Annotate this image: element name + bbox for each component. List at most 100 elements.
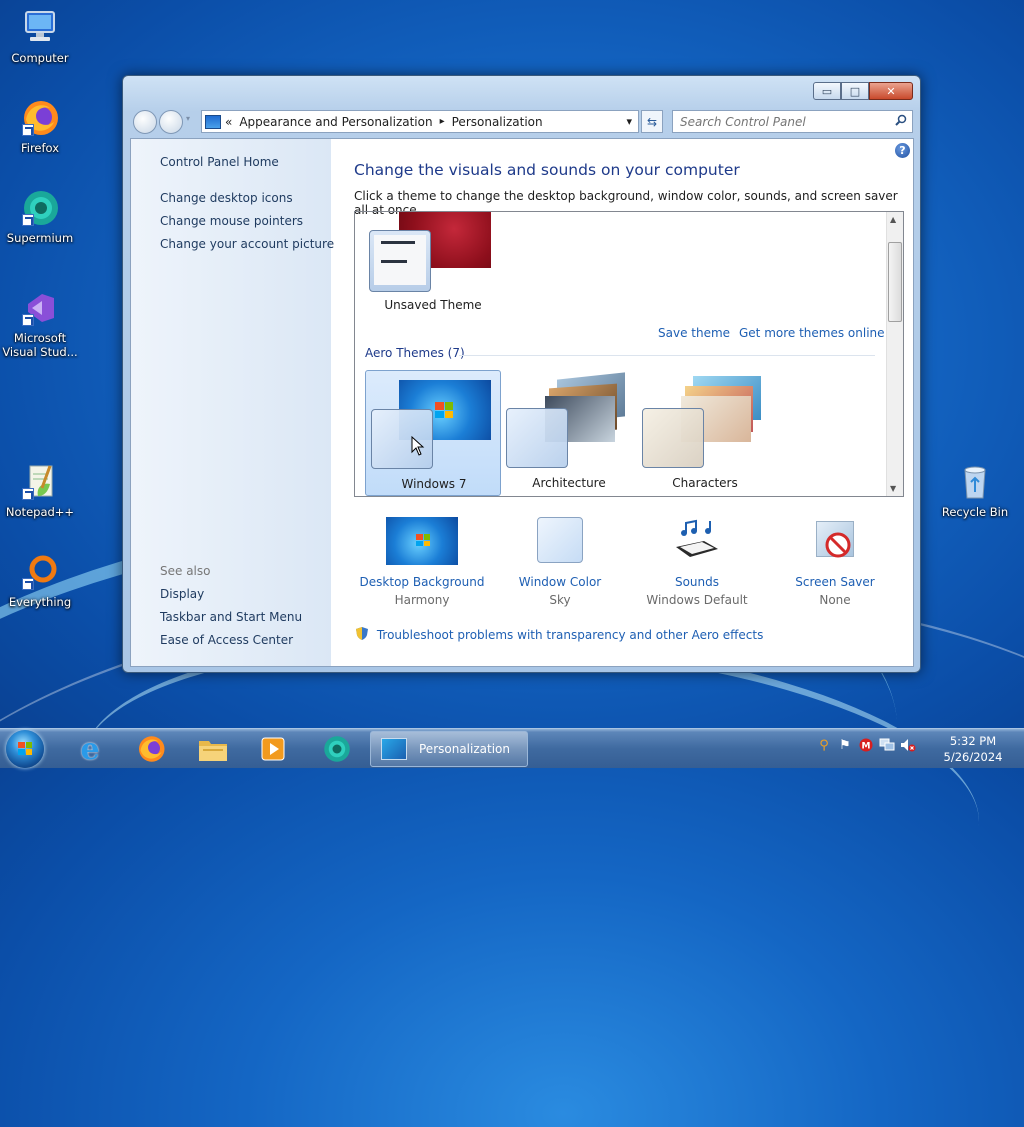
- address-dropdown-icon[interactable]: ▾: [626, 115, 632, 128]
- troubleshoot-link-row[interactable]: Troubleshoot problems with transparency …: [356, 626, 764, 644]
- breadcrumb-personalization[interactable]: Personalization: [452, 115, 543, 129]
- taskbar-firefox[interactable]: [131, 733, 171, 765]
- address-bar[interactable]: « Appearance and Personalization ▸ Perso…: [201, 110, 639, 133]
- screen-saver-value: None: [819, 593, 851, 607]
- theme-tile-characters[interactable]: Characters: [637, 370, 773, 496]
- minimize-button[interactable]: ▭: [813, 82, 841, 100]
- breadcrumb-appearance[interactable]: Appearance and Personalization: [239, 115, 432, 129]
- desktop-icon-computer[interactable]: Computer: [0, 8, 80, 65]
- volume-muted-icon[interactable]: [900, 737, 916, 753]
- search-input[interactable]: [680, 114, 880, 129]
- internet-explorer-icon: e: [80, 731, 100, 767]
- navigation-bar: ▾ « Appearance and Personalization ▸ Per…: [131, 108, 913, 134]
- change-account-picture-link[interactable]: Change your account picture: [160, 237, 334, 251]
- maximize-button[interactable]: □: [841, 82, 869, 100]
- theme-label: Characters: [672, 476, 738, 490]
- help-icon[interactable]: ?: [895, 143, 910, 158]
- taskbar-internet-explorer[interactable]: e: [70, 731, 110, 767]
- screen-saver-icon: [810, 517, 860, 565]
- window-controls: ▭ □ ✕: [813, 82, 913, 100]
- theme-tile-windows-7[interactable]: Windows 7: [365, 370, 501, 496]
- desktop-icon-visual-studio[interactable]: Microsoft Visual Stud...: [0, 288, 80, 359]
- taskbar-supermium[interactable]: [317, 733, 357, 765]
- desktop-icon-everything[interactable]: Everything: [0, 552, 80, 609]
- notepadpp-icon: [20, 462, 60, 502]
- refresh-button[interactable]: ⇆: [641, 110, 663, 133]
- desktop-icon-label: Everything: [8, 595, 72, 609]
- save-theme-link[interactable]: Save theme: [658, 326, 730, 340]
- system-tray: ⚲ ⚑ M: [816, 737, 916, 753]
- start-button[interactable]: [6, 730, 44, 768]
- screen-saver-link[interactable]: Screen Saver: [765, 575, 905, 589]
- firefox-icon: [20, 98, 60, 138]
- task-pane: Control Panel Home Change desktop icons …: [131, 139, 334, 666]
- clock[interactable]: 5:32 PM 5/26/2024: [932, 733, 1014, 765]
- control-panel-icon: [205, 114, 221, 129]
- search-tray-icon[interactable]: ⚲: [816, 737, 832, 753]
- antivirus-icon[interactable]: M: [858, 737, 874, 753]
- close-button[interactable]: ✕: [869, 82, 913, 100]
- desktop-icon-firefox[interactable]: Firefox: [0, 98, 80, 155]
- shortcut-arrow-icon: [22, 214, 34, 226]
- personalization-icon: [381, 738, 407, 760]
- theme-window-preview: [506, 408, 568, 468]
- breadcrumb-separator-icon[interactable]: ▸: [440, 116, 445, 127]
- troubleshoot-link[interactable]: Troubleshoot problems with transparency …: [377, 628, 764, 642]
- sounds-value: Windows Default: [646, 593, 748, 607]
- unsaved-theme-label[interactable]: Unsaved Theme: [365, 298, 501, 312]
- network-icon[interactable]: [879, 737, 895, 753]
- shortcut-arrow-icon: [22, 124, 34, 136]
- scrollbar-thumb[interactable]: [888, 242, 902, 322]
- display-link[interactable]: Display: [160, 587, 204, 601]
- shortcut-arrow-icon: [22, 488, 34, 500]
- desktop-icon-label: Firefox: [20, 141, 60, 155]
- back-button[interactable]: [133, 110, 157, 134]
- sounds-link[interactable]: Sounds: [627, 575, 767, 589]
- theme-label: Architecture: [532, 476, 606, 490]
- scroll-down-icon[interactable]: ▼: [890, 484, 896, 493]
- taskbar-start-menu-link[interactable]: Taskbar and Start Menu: [160, 610, 302, 624]
- window-color-link[interactable]: Window Color: [490, 575, 630, 589]
- main-pane: ? Change the visuals and sounds on your …: [331, 139, 913, 666]
- change-desktop-icons-link[interactable]: Change desktop icons: [160, 191, 293, 205]
- address-prefix: «: [225, 114, 233, 129]
- ease-of-access-link[interactable]: Ease of Access Center: [160, 633, 293, 647]
- taskbar-explorer[interactable]: [193, 733, 233, 765]
- content-area: Control Panel Home Change desktop icons …: [130, 138, 914, 667]
- windows-logo-icon: [435, 402, 453, 418]
- theme-label: Windows 7: [401, 477, 467, 491]
- desktop-background-link[interactable]: Desktop Background: [352, 575, 492, 589]
- search-box[interactable]: [672, 110, 913, 133]
- window-color-value: Sky: [549, 593, 571, 607]
- theme-list-scrollbar[interactable]: ▲ ▼: [886, 212, 903, 496]
- taskbar-personalization-task[interactable]: Personalization: [370, 731, 528, 767]
- desktop-icon-supermium[interactable]: Supermium: [0, 188, 80, 245]
- change-mouse-pointers-link[interactable]: Change mouse pointers: [160, 214, 303, 228]
- taskbar-media-player[interactable]: [253, 733, 293, 765]
- screen-saver-item[interactable]: Screen Saver None: [765, 517, 905, 607]
- mouse-cursor-icon: [411, 436, 425, 456]
- forward-button[interactable]: [159, 110, 183, 134]
- everything-search-icon: [20, 552, 60, 592]
- action-center-flag-icon[interactable]: ⚑: [837, 737, 853, 753]
- unsaved-theme-tile[interactable]: [369, 212, 493, 312]
- search-icon[interactable]: [895, 114, 907, 129]
- taskbar: e Personalization ⚲ ⚑ M 5:32 PM 5/26/202…: [0, 728, 1024, 768]
- desktop-icon-notepadpp[interactable]: Notepad++: [0, 462, 80, 519]
- desktop-background-item[interactable]: Desktop Background Harmony: [352, 517, 492, 607]
- supermium-icon: [20, 188, 60, 228]
- windows-logo-icon: [18, 742, 32, 755]
- shortcut-arrow-icon: [22, 578, 34, 590]
- get-more-themes-link[interactable]: Get more themes online: [739, 326, 885, 340]
- theme-tile-architecture[interactable]: Architecture: [501, 370, 637, 496]
- window-color-item[interactable]: Window Color Sky: [490, 517, 630, 607]
- recycle-bin-icon: [955, 462, 995, 502]
- sounds-item[interactable]: Sounds Windows Default: [627, 517, 767, 607]
- control-panel-home-link[interactable]: Control Panel Home: [160, 155, 279, 169]
- firefox-icon: [139, 736, 165, 762]
- page-title: Change the visuals and sounds on your co…: [354, 161, 740, 179]
- desktop-icon-label: Computer: [11, 51, 69, 65]
- recent-pages-chevron-icon[interactable]: ▾: [186, 114, 190, 123]
- desktop-icon-recycle-bin[interactable]: Recycle Bin: [935, 462, 1015, 519]
- scroll-up-icon[interactable]: ▲: [890, 215, 896, 224]
